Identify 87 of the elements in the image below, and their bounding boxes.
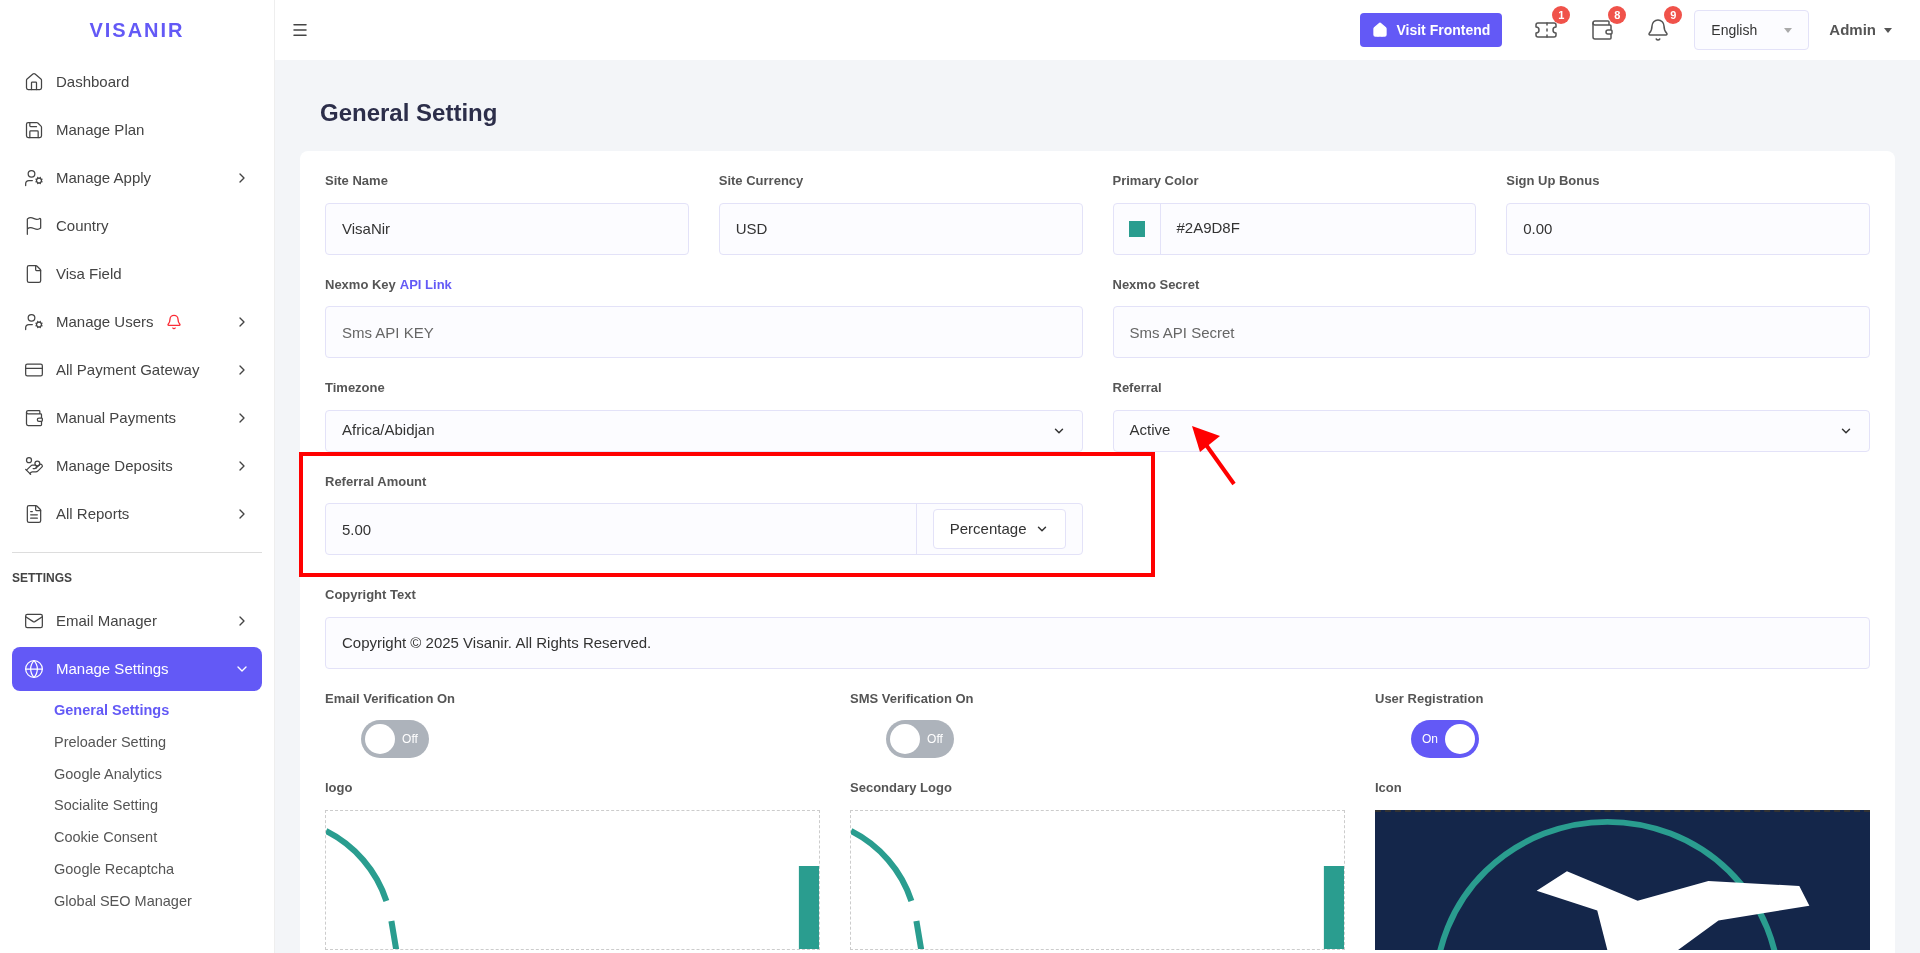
globe-icon <box>24 659 44 679</box>
flag-icon <box>24 216 44 236</box>
field-label: Primary Color <box>1112 172 1199 190</box>
submenu-item[interactable]: Socialite Setting <box>54 790 274 822</box>
select-field[interactable]: Active <box>1112 409 1870 452</box>
house-icon <box>24 72 44 92</box>
count-badge: 1 <box>1552 6 1571 24</box>
submenu-item[interactable]: General Settings <box>54 695 274 727</box>
field-label: Referral Amount <box>325 472 427 491</box>
visit-frontend-button[interactable]: Visit Frontend <box>1360 13 1503 47</box>
sidebar-label: Manage Users <box>56 311 154 332</box>
sidebar-item[interactable]: Manage Deposits <box>12 444 262 488</box>
section-title: SETTINGS <box>12 570 73 587</box>
sidebar-label: Manage Settings <box>56 658 169 679</box>
floppy-icon <box>24 120 44 140</box>
wallet-icon[interactable] <box>1590 18 1615 42</box>
toggle-label: User Registration <box>1375 689 1485 708</box>
sidebar-item[interactable]: Visa Field <box>12 252 262 296</box>
sidebar-label: Manual Payments <box>56 407 177 428</box>
unit-select[interactable]: Percentage <box>932 509 1066 549</box>
text-field[interactable]: VisaNir <box>325 202 689 255</box>
sidebar-item[interactable]: Dashboard <box>12 60 262 104</box>
sidebar-item[interactable]: Email Manager <box>12 599 262 643</box>
sidebar-label: Visa Field <box>56 263 122 284</box>
sidebar-label: Country <box>56 215 109 236</box>
count-badge: 8 <box>1608 6 1627 24</box>
sidebar-label: Manage Apply <box>56 167 152 188</box>
submenu-item[interactable]: Cookie Consent <box>54 822 274 854</box>
user-gear-icon <box>24 168 44 188</box>
field-label: Site Name <box>325 172 388 190</box>
house-icon <box>1372 22 1389 38</box>
submenu-item[interactable]: Google Analytics <box>54 758 274 791</box>
toggle-switch[interactable]: On <box>1411 720 1479 758</box>
text-field[interactable]: USD <box>718 202 1083 255</box>
toggle-label: SMS Verification On <box>850 689 975 708</box>
submenu-item[interactable]: Google Recaptcha <box>54 853 274 886</box>
toggle-label: Email Verification On <box>325 689 457 708</box>
sidebar-label: Dashboard <box>56 71 130 92</box>
sidebar-label: All Payment Gateway <box>56 359 200 380</box>
menu-icon[interactable] <box>291 21 309 39</box>
field-label: Copyright Text <box>325 586 416 604</box>
sidebar-label: Manage Deposits <box>56 455 173 476</box>
caret-icon <box>1784 27 1793 33</box>
file-icon <box>24 264 44 284</box>
caret-icon <box>1884 27 1892 33</box>
user-gear-icon <box>24 312 44 332</box>
amount-field[interactable]: 5.00 Percentage <box>325 503 1083 555</box>
brand-logo[interactable]: VISANIR <box>89 15 185 45</box>
text-field[interactable]: 0.00 <box>1506 202 1870 255</box>
hand-coins-icon <box>24 456 44 476</box>
sidebar-item[interactable]: Manage Settings <box>12 647 262 691</box>
document-icon <box>24 504 44 524</box>
page-title: General Setting <box>320 98 499 128</box>
text-field[interactable]: Sms API KEY <box>325 306 1083 358</box>
sidebar-item[interactable]: Manage Apply <box>12 156 262 200</box>
text-field[interactable]: Sms API Secret <box>1112 306 1870 358</box>
sidebar-item[interactable]: All Payment Gateway <box>12 348 262 392</box>
image-label: Icon <box>1375 779 1403 797</box>
field-label: Sign Up Bonus <box>1506 172 1600 190</box>
language-select[interactable]: English <box>1694 10 1810 50</box>
bell-icon[interactable] <box>1646 18 1671 42</box>
field-label: Nexmo Key <box>325 275 396 294</box>
admin-menu[interactable]: Admin <box>1829 18 1892 42</box>
sidebar-label: Manage Plan <box>56 119 145 140</box>
field-label: Timezone <box>325 379 385 397</box>
sidebar-item[interactable]: All Reports <box>12 492 262 536</box>
sidebar-item[interactable]: Manual Payments <box>12 396 262 440</box>
select-field[interactable]: Africa/Abidjan <box>325 409 1083 452</box>
field-label: Site Currency <box>718 172 804 190</box>
bell-icon <box>165 314 182 330</box>
image-label: logo <box>325 779 354 797</box>
image-label: Secondary Logo <box>850 779 953 797</box>
sidebar-label: Email Manager <box>56 610 157 631</box>
text-field[interactable]: Copyright © 2025 Visanir. All Rights Reserved. <box>325 616 1870 669</box>
mail-icon <box>24 611 44 631</box>
sidebar-item[interactable]: Manage Users <box>12 300 262 344</box>
count-badge: 9 <box>1664 6 1683 24</box>
submenu-item[interactable]: Global SEO Manager <box>54 885 274 918</box>
color-field[interactable]: #2A9D8F <box>1112 202 1477 255</box>
sidebar-item[interactable]: Manage Plan <box>12 108 262 152</box>
field-label: Referral <box>1112 379 1162 397</box>
submenu-item[interactable]: Preloader Setting <box>54 726 274 759</box>
wallet-icon <box>24 408 44 428</box>
sidebar-label: All Reports <box>56 503 130 524</box>
api-link[interactable]: API Link <box>399 274 452 294</box>
field-label: Nexmo Secret <box>1112 275 1200 294</box>
sidebar-item[interactable]: Country <box>12 204 262 248</box>
